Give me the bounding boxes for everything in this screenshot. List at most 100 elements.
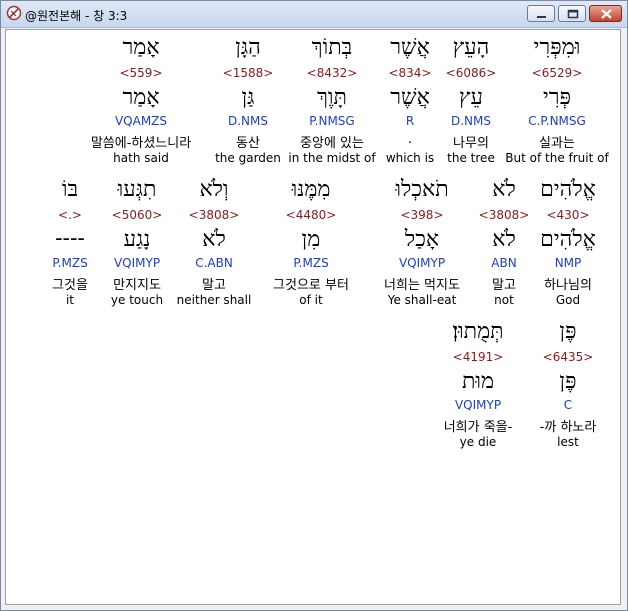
hebrew-word: פֶּן [559,319,577,344]
english-gloss: But of the fruit of [505,151,609,165]
minimize-button[interactable] [527,5,555,22]
close-icon [601,9,612,19]
app-logo-icon [6,5,22,21]
korean-gloss: 너희가 죽을- [443,420,513,435]
korean-gloss: 말고 [492,278,516,293]
hebrew-word: אֱלֹהִים [540,177,596,202]
lexical-form: מִן [301,227,321,252]
lexical-form: אֱלֹהִים [540,227,596,252]
strong-number: <8432> [306,66,358,80]
hebrew-word: וּמִפְּרִי [533,35,581,60]
lexical-form: עֵץ [459,85,483,110]
word-cell[interactable]: תֹאכְלוּ <398> אָכַל VQIMYP 너희는 먹지도 Ye s… [370,174,474,314]
maximize-icon [567,9,579,19]
hebrew-word: וְלֹא [199,177,229,202]
strong-number: <4191> [452,350,504,364]
parsing-code: C.ABN [195,256,233,270]
maximize-button[interactable] [558,5,586,22]
word-cell[interactable]: וְלֹא <3808> לֹא C.ABN 말고 neither shall [174,174,254,314]
english-gloss: not [494,293,514,307]
word-cell[interactable]: הַגָּן <1588> גַּן D.NMS 동산 the garden [212,32,284,172]
english-gloss: hath said [113,151,169,165]
app-window: @원전본해 - 창 3:3 וּמִפְּרִי <6529> פְּרִי C… [0,0,628,611]
lexical-form: אָמַר [122,85,160,110]
english-gloss: God [555,293,581,307]
parsing-code: D.NMS [450,114,491,128]
word-cell[interactable]: אֱלֹהִים <430> אֱלֹהִים NMP 하나님의 God [534,174,602,314]
korean-gloss: 말씀에-하셨느니라 [90,136,192,151]
lexical-form: ---- [55,226,85,251]
strong-number: <834> [388,66,432,80]
lexical-form: נָגַע [123,227,151,252]
parsing-code: VQIMYP [454,398,502,412]
strong-number: <6529> [531,66,583,80]
strong-number: <5060> [111,208,163,222]
strong-number: <398> [400,208,444,222]
lexical-form: מוּת [461,369,495,394]
word-cell[interactable]: מִמֶּנּוּ <4480> מִן P.MZS 그것으로 부터 of it [258,174,364,314]
word-cell[interactable]: אָמַר <559> אָמַר VQAMZS 말씀에-하셨느니라 hath … [74,32,208,172]
parsing-code: C [563,398,573,412]
english-gloss: the garden [215,151,281,165]
korean-gloss: 하나님의 [544,278,592,293]
parsing-code: NMP [554,256,582,270]
korean-gloss: 만지지도 [113,278,161,293]
lexical-form: פֶּן [559,369,577,394]
hebrew-word: הָעֵץ [452,35,490,60]
parsing-code: C.P.NMSG [528,114,586,128]
parsing-code: ABN [491,256,517,270]
strong-number: <.> [58,208,82,222]
parsing-code: R [405,114,415,128]
lexical-form: לֹא [492,227,516,252]
word-cell[interactable]: בְּתוֹךְ <8432> תָּוֶךְ P.NMSG 중앙에 있는 in… [286,32,378,172]
hebrew-word: מִמֶּנּוּ [291,177,331,202]
strong-number: <6435> [542,350,594,364]
word-cell[interactable]: פֶּן <6435> פֶּן C -까 하노라 lest [530,316,606,456]
strong-number: <559> [119,66,163,80]
word-cell[interactable]: בּוֹ <.> ---- P.MZS 그것을 it [44,174,96,314]
korean-gloss: -까 하노라 [539,420,597,435]
english-gloss: which is [385,151,435,165]
hebrew-word: לֹא [492,177,516,202]
strong-number: <6086> [445,66,497,80]
korean-gloss: 너희는 먹지도 [384,278,460,293]
english-gloss: ye touch [110,293,164,307]
hebrew-word: תְּמֻתוּן׃ [452,319,504,344]
strong-number: <430> [546,208,590,222]
english-gloss: lest [557,435,579,449]
english-gloss: it [65,293,75,307]
word-cell[interactable]: תְּמֻתוּן׃ <4191> מוּת VQIMYP 너희가 죽을- ye… [432,316,524,456]
parsing-code: P.MZS [52,256,88,270]
english-gloss: in the midst of [288,151,376,165]
parsing-code: D.NMS [227,114,268,128]
english-gloss: of it [299,293,323,307]
word-cell[interactable]: אֲשֶׁר <834> אֲשֶׁר R . which is [380,32,440,172]
hebrew-word: תֹאכְלוּ [395,177,449,202]
strong-number: <4480> [285,208,337,222]
word-cell[interactable]: לֹא <3808> לֹא ABN 말고 not [478,174,530,314]
korean-gloss: 그것을 [52,278,88,293]
strong-number: <3808> [188,208,240,222]
close-button[interactable] [589,5,622,22]
title-bar[interactable]: @원전본해 - 창 3:3 [1,1,627,28]
strong-number: <3808> [478,208,530,222]
korean-gloss: 실과는 [539,136,575,151]
lexical-form: גַּן [241,85,255,110]
minimize-icon [537,16,546,18]
hebrew-word: אֲשֶׁר [390,35,430,60]
strong-number: <1588> [222,66,274,80]
hebrew-word: בּוֹ [61,177,79,202]
korean-gloss: 나무의 [453,136,489,151]
word-cell[interactable]: תִגְּעוּ <5060> נָגַע VQIMYP 만지지도 ye tou… [104,174,170,314]
word-cell[interactable]: וּמִפְּרִי <6529> פְּרִי C.P.NMSG 실과는 Bu… [502,32,612,172]
korean-gloss: 말고 [202,278,226,293]
parsing-code: P.NMSG [309,114,355,128]
hebrew-word: תִגְּעוּ [117,177,157,202]
english-gloss: the tree [447,151,495,165]
interlinear-view[interactable]: וּמִפְּרִי <6529> פְּרִי C.P.NMSG 실과는 Bu… [5,29,621,605]
parsing-code: VQIMYP [113,256,161,270]
english-gloss: ye die [459,435,497,449]
word-cell[interactable]: הָעֵץ <6086> עֵץ D.NMS 나무의 the tree [443,32,499,172]
hebrew-word: אָמַר [122,35,160,60]
parsing-code: VQIMYP [398,256,446,270]
